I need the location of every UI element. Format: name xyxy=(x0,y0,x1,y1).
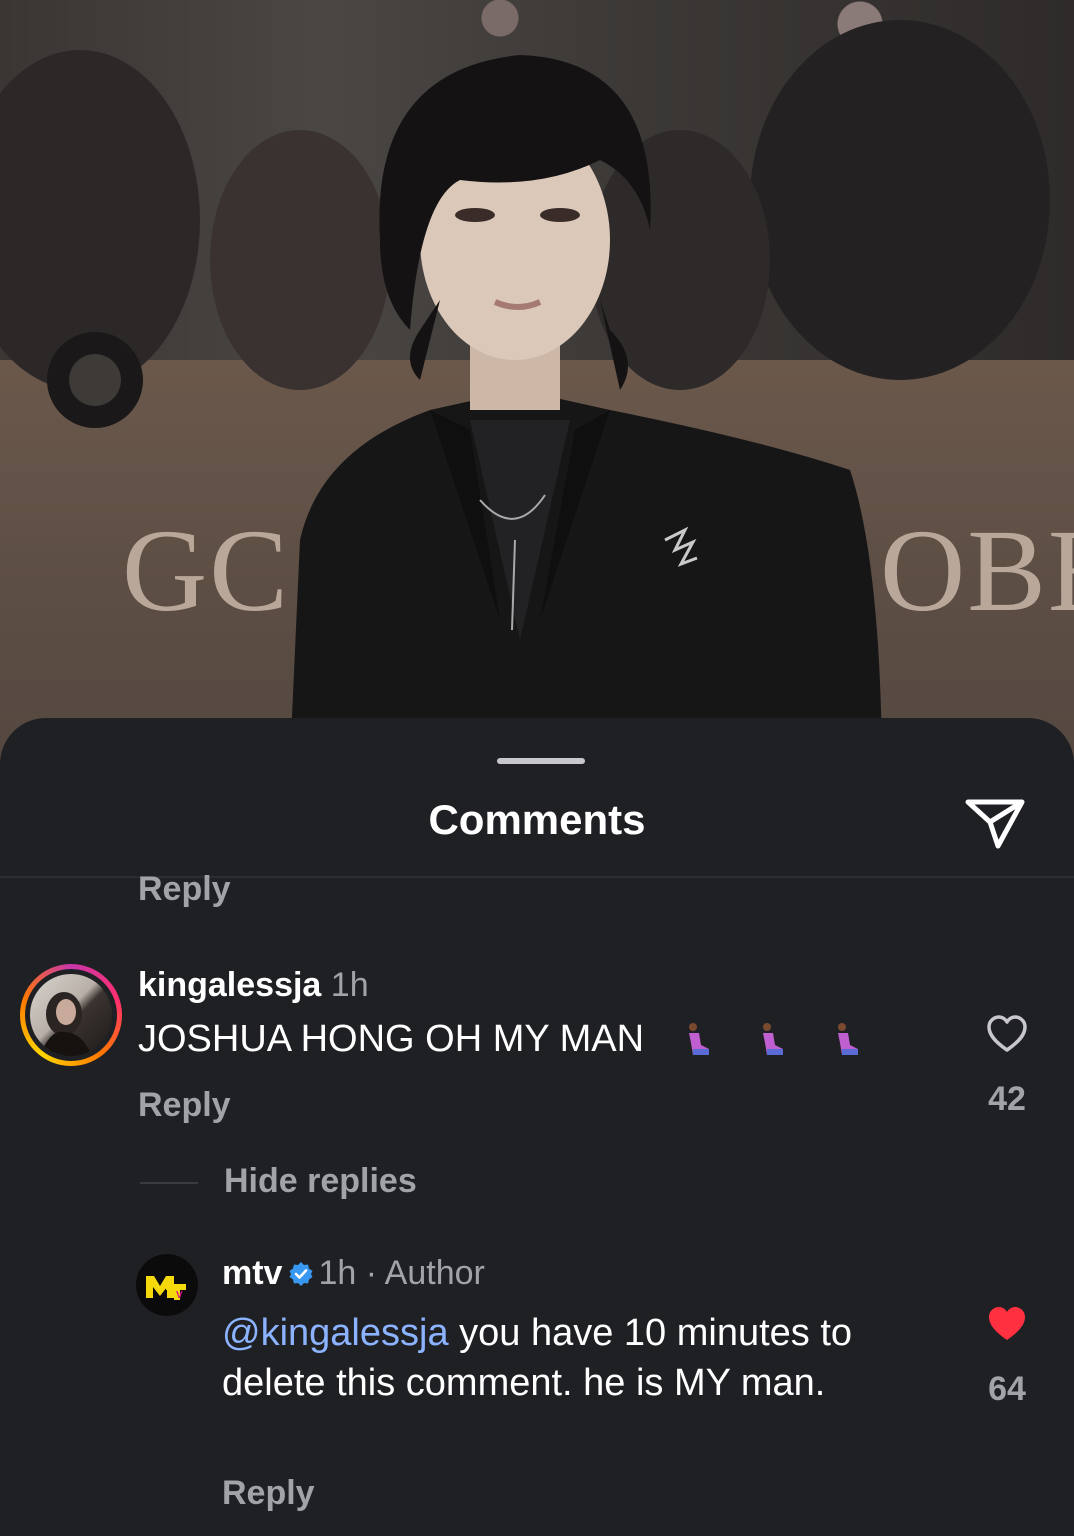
comment-text: JOSHUA HONG OH MY MAN xyxy=(138,1018,868,1061)
comment-header: kingalessja 1h xyxy=(138,966,369,1005)
meta-separator: · xyxy=(365,1254,378,1292)
mention-link[interactable]: @kingalessja xyxy=(222,1312,449,1354)
hide-replies-button[interactable]: Hide replies xyxy=(224,1162,417,1201)
post-photo: GC OBE xyxy=(0,0,1074,760)
reply-text: @kingalessja you have 10 minutes to dele… xyxy=(222,1308,922,1408)
reply-button[interactable]: Reply xyxy=(138,870,231,909)
photo-subject xyxy=(0,20,1050,760)
reply-button[interactable]: Reply xyxy=(138,1086,231,1125)
comment-body: JOSHUA HONG OH MY MAN xyxy=(138,1018,645,1060)
avatar[interactable] xyxy=(20,964,122,1066)
person-kneeling-icon xyxy=(837,1023,858,1055)
reply-username[interactable]: mtv xyxy=(222,1254,282,1292)
like-count: 42 xyxy=(988,1080,1026,1118)
like-count: 64 xyxy=(988,1370,1026,1408)
mtv-logo-icon: V xyxy=(146,1276,186,1301)
verified-badge-icon xyxy=(289,1262,313,1286)
svg-text:V: V xyxy=(176,1290,183,1301)
comment-time: 1h xyxy=(330,966,369,1004)
sheet-drag-handle[interactable] xyxy=(497,758,585,764)
heart-filled-icon[interactable] xyxy=(986,1304,1028,1344)
share-button[interactable] xyxy=(962,792,1028,852)
avatar-photo xyxy=(30,974,112,1056)
reply-header: mtv 1h · Author xyxy=(222,1254,485,1293)
paper-plane-icon xyxy=(965,799,1025,849)
avatar[interactable]: V xyxy=(136,1254,198,1316)
thread-line xyxy=(140,1182,198,1184)
comments-sheet: Comments Reply kingalessja 1h JOSHUA HON… xyxy=(0,718,1074,1536)
reply-time: 1h xyxy=(318,1254,357,1292)
author-label: Author xyxy=(384,1254,485,1292)
sheet-title: Comments xyxy=(428,796,646,843)
heart-outline-icon[interactable] xyxy=(986,1014,1028,1054)
person-kneeling-icon xyxy=(763,1023,784,1055)
comment-username[interactable]: kingalessja xyxy=(138,966,321,1004)
person-kneeling-icon xyxy=(688,1023,709,1055)
reply-button[interactable]: Reply xyxy=(222,1474,315,1513)
